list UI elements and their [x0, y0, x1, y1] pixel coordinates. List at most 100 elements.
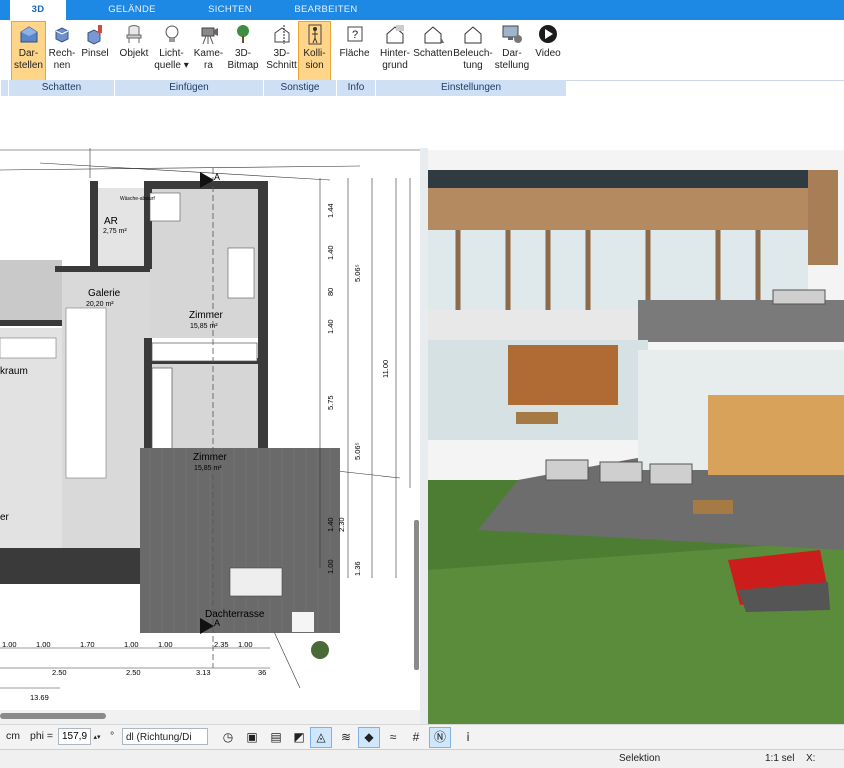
kamera-button[interactable]: Kame-ra: [192, 22, 225, 80]
kollision-button[interactable]: Kolli-sion: [298, 21, 331, 81]
ribbon: Dar-stellen Rech-nen Pinsel Objekt Licht…: [0, 20, 844, 81]
material-icon[interactable]: ◩: [289, 728, 309, 747]
tree-icon: [237, 25, 249, 43]
plan-vertical-scrollbar[interactable]: [414, 520, 419, 670]
dim-row2-1: 2.50: [52, 668, 67, 677]
rechnen-button[interactable]: Rech-nen: [47, 22, 77, 80]
dim-bottom-7: 1.00: [238, 640, 253, 649]
room-ar-area: 2,75 m²: [103, 228, 127, 235]
floor-plan-view[interactable]: A A Wäsche-abwurf AR 2,75 m² Galerie 20,…: [0, 148, 420, 710]
room-dachterrasse-name: Dachterrasse: [205, 609, 265, 620]
room-galerie-area: 20,20 m²: [86, 301, 114, 308]
contour-icon[interactable]: ≈: [383, 728, 403, 747]
info-icon[interactable]: ⅰ: [458, 728, 478, 747]
dim-right-11: 1.36: [353, 561, 362, 576]
tab-sichten[interactable]: SICHTEN: [192, 0, 268, 20]
floor-plan-drawing: A A Wäsche-abwurf AR 2,75 m² Galerie 20,…: [0, 148, 420, 710]
section-cut-icon: [274, 25, 289, 44]
schnitt-button[interactable]: 3D- Schnitt: [265, 22, 298, 80]
person-collision-icon: [308, 24, 321, 45]
dim-right-7: 11.00: [381, 360, 390, 378]
room-zimmer1-name: Zimmer: [189, 310, 224, 321]
plan-note: Wäsche-abwurf: [120, 196, 155, 202]
area-question-icon: ?: [347, 26, 362, 42]
tab-3d[interactable]: 3D: [10, 0, 66, 20]
beleuchtung-button[interactable]: Beleuch-tung: [453, 22, 493, 80]
plan-horizontal-scrollbar[interactable]: [0, 710, 420, 724]
pinsel-button[interactable]: Pinsel: [79, 22, 111, 80]
flaeche-button[interactable]: ? Fläche: [338, 22, 371, 80]
lichtquelle-label: Licht-quelle ▾: [154, 48, 189, 71]
north-icon[interactable]: Ⓝ: [429, 727, 451, 748]
phi-stepper[interactable]: ▴▾: [91, 728, 103, 747]
status-bar: Selektion 1:1 sel X:: [0, 749, 844, 768]
group-einfuegen: Einfügen: [114, 80, 263, 96]
roof-icon[interactable]: ◬: [310, 727, 332, 748]
house-shadow-icon: [424, 26, 444, 44]
lichtquelle-button[interactable]: Licht-quelle ▾: [153, 22, 190, 80]
layer-icon[interactable]: ◆: [358, 727, 380, 748]
room-ar-name: AR: [104, 216, 118, 227]
house-light-icon: [464, 26, 482, 44]
status-x: X:: [806, 753, 816, 764]
section-mark-top: A: [214, 172, 220, 182]
grid-icon[interactable]: #: [406, 728, 426, 747]
dim-row2-2: 2.50: [126, 668, 141, 677]
view-splitter[interactable]: [420, 148, 428, 724]
dim-right-8: 1.40: [326, 517, 335, 532]
room-zimmer1-area: 15,85 m²: [190, 323, 218, 330]
dim-bottom-1: 1.00: [2, 640, 17, 649]
brush-cube-icon: [87, 25, 102, 45]
bitmap-button[interactable]: 3D- Bitmap: [225, 22, 261, 80]
bottom-toolbar: cm phi = ▴▾ ° dl (Richtung/Di ◷ ▣ ▤ ◩ ◬ …: [0, 724, 844, 750]
objekt-button[interactable]: Objekt: [117, 22, 151, 80]
darstellen-button[interactable]: Dar-stellen: [11, 21, 46, 81]
dim-total: 13.69: [30, 693, 49, 702]
paint-icon[interactable]: ▤: [266, 728, 286, 747]
pinsel-label: Pinsel: [81, 48, 109, 59]
tab-gelaende[interactable]: GELÄNDE: [92, 0, 172, 20]
dim-right-3: 80: [326, 288, 335, 296]
dim-right-6: 5.75: [326, 395, 335, 410]
dl-select-value: dl (Richtung/Di: [126, 732, 192, 743]
dim-bottom-6: 2.35: [214, 640, 229, 649]
dim-row2-3: 3.13: [196, 668, 211, 677]
dim-bottom-5: 1.00: [158, 640, 173, 649]
3d-house-render: [428, 150, 844, 724]
3d-view[interactable]: [428, 150, 844, 724]
kamera-label: Kame-ra: [193, 48, 224, 71]
dim-right-5: 1.40: [326, 319, 335, 334]
dim-row2-4: 36: [258, 668, 266, 677]
dim-right-1: 1.44: [326, 203, 335, 218]
monitor-icon[interactable]: ▣: [242, 728, 262, 747]
group-schatten: Schatten: [8, 80, 114, 96]
room-zimmer2-name: Zimmer: [193, 452, 228, 463]
video-button[interactable]: Video: [532, 22, 564, 80]
status-mode: Selektion: [619, 753, 661, 764]
phi-input[interactable]: [58, 728, 91, 745]
room-zimmer2-area: 15,85 m²: [194, 465, 222, 472]
schatten-button[interactable]: Schatten: [413, 22, 453, 80]
camera-icon: [201, 27, 218, 45]
house-display-icon: [20, 26, 37, 43]
dl-select[interactable]: dl (Richtung/Di: [122, 728, 208, 745]
wall-icon[interactable]: ≋: [336, 728, 356, 747]
play-icon: [539, 25, 557, 43]
clock-icon[interactable]: ◷: [218, 728, 238, 747]
schatten-label: Schatten: [413, 48, 453, 59]
ribbon-tab-bar: 3D GELÄNDE SICHTEN BEARBEITEN: [0, 0, 844, 20]
room-galerie-name: Galerie: [88, 288, 121, 299]
schnitt-label: 3D- Schnitt: [266, 48, 297, 71]
unit-label: cm: [6, 730, 20, 742]
darstellung-button[interactable]: Dar-stellung: [493, 22, 531, 80]
group-einstellungen: Einstellungen: [375, 80, 566, 96]
plan-scroll-thumb[interactable]: [0, 713, 106, 719]
group-sonstige: Sonstige: [263, 80, 336, 96]
dim-right-4: 5.06⁵: [353, 264, 362, 282]
room-kraum-name: kraum: [0, 366, 28, 377]
hintergrund-button[interactable]: Hinter-grund: [376, 22, 414, 80]
rechnen-label: Rech-nen: [48, 48, 76, 71]
tab-bearbeiten[interactable]: BEARBEITEN: [292, 0, 360, 20]
svg-text:?: ?: [352, 29, 358, 41]
status-scale: 1:1 sel: [765, 753, 795, 764]
